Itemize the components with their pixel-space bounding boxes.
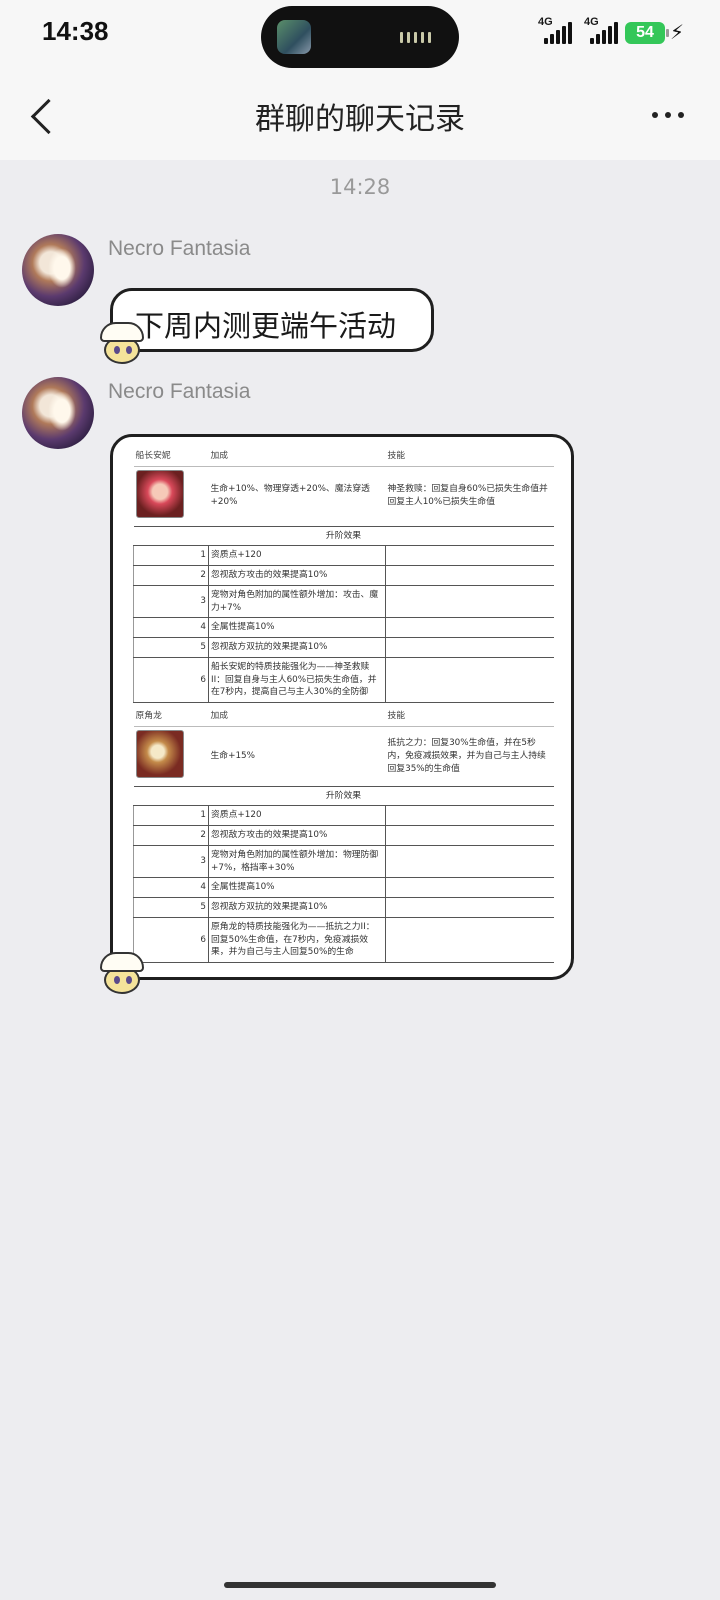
image-message[interactable]: 船长安妮 加成 技能 生命+10%、物理穿透+20%、魔法穿透+20% 神圣救赎… bbox=[110, 434, 574, 980]
table-row: 3 宠物对角色附加的属性额外增加：攻击、魔力+7% bbox=[133, 585, 554, 619]
dynamic-island[interactable] bbox=[261, 6, 459, 68]
sender-name: Necro Fantasia bbox=[108, 380, 251, 403]
signal-group: 4G 4G bbox=[538, 16, 620, 44]
message-bubble[interactable]: 下周内测更端午活动 bbox=[110, 288, 434, 352]
more-options-icon[interactable] bbox=[652, 112, 684, 118]
table-row: 4 全属性提高10% bbox=[133, 617, 554, 638]
pet-portrait bbox=[135, 729, 184, 778]
table-row: 6 船长安妮的特质技能强化为——神圣救赎II：回复自身与主人60%已损失生命值，并… bbox=[133, 657, 554, 704]
table-row: 5 忽视敌方双抗的效果提高10% bbox=[133, 637, 554, 658]
table-row: 1 资质点+120 bbox=[133, 805, 554, 826]
pet-name: 原角龙 bbox=[133, 707, 209, 727]
cellular-signal-icon: 4G bbox=[538, 16, 574, 44]
table-row: 4 全属性提高10% bbox=[133, 877, 554, 898]
skill-value: 抵抗之力：回复30%生命值，并在5秒内，免疫减损效果，并为自己与主人持续回复35… bbox=[385, 726, 554, 787]
pet-table: 原角龙 加成 技能 生命+15% 抵抗之力：回复30%生命值，并在5秒内，免疫减… bbox=[133, 707, 554, 964]
table-row: 2 忽视敌方攻击的效果提高10% bbox=[133, 825, 554, 846]
table-row: 5 忽视敌方双抗的效果提高10% bbox=[133, 897, 554, 918]
table-image: 船长安妮 加成 技能 生命+10%、物理穿透+20%、魔法穿透+20% 神圣救赎… bbox=[133, 447, 554, 964]
sender-name: Necro Fantasia bbox=[108, 237, 251, 260]
pet-name: 船长安妮 bbox=[133, 447, 209, 467]
table-row: 6 原角龙的特质技能强化为——抵抗之力II：回复50%生命值，在7秒内，免疫减损效… bbox=[133, 917, 554, 964]
status-time: 14:38 bbox=[42, 16, 109, 46]
skill-header: 技能 bbox=[385, 447, 554, 467]
app-activity-icon bbox=[277, 20, 311, 54]
bonus-header: 加成 bbox=[208, 707, 386, 727]
status-bar: 14:38 4G 4G 54 ⚡ bbox=[0, 0, 720, 70]
section-title: 升阶效果 bbox=[133, 785, 554, 807]
table-row: 3 宠物对角色附加的属性额外增加：物理防御+7%，格挡率+30% bbox=[133, 845, 554, 879]
table-row: 2 忽视敌方攻击的效果提高10% bbox=[133, 565, 554, 586]
table-row: 1 资质点+120 bbox=[133, 545, 554, 566]
message-timestamp: 14:28 bbox=[329, 175, 391, 199]
network-type-1: 4G bbox=[538, 16, 553, 28]
skill-header: 技能 bbox=[385, 707, 554, 727]
bonus-value: 生命+15% bbox=[208, 726, 386, 787]
message-text: 下周内测更端午活动 bbox=[135, 309, 397, 343]
cellular-signal-icon: 4G bbox=[584, 16, 620, 44]
nav-bar: 群聊的聊天记录 bbox=[0, 70, 720, 160]
charging-bolt-icon: ⚡ bbox=[670, 20, 685, 44]
section-title: 升阶效果 bbox=[133, 525, 554, 547]
skill-value: 神圣救赎：回复自身60%已损失生命值并回复主人10%已损失生命值 bbox=[385, 466, 554, 527]
bubble-decoration-icon bbox=[94, 322, 150, 368]
home-indicator[interactable] bbox=[224, 1582, 496, 1588]
avatar[interactable] bbox=[22, 377, 94, 449]
audio-wave-icon bbox=[400, 32, 431, 43]
network-type-2: 4G bbox=[584, 16, 599, 28]
bubble-decoration-icon bbox=[94, 952, 150, 998]
pet-portrait bbox=[135, 469, 184, 518]
pet-table: 船长安妮 加成 技能 生命+10%、物理穿透+20%、魔法穿透+20% 神圣救赎… bbox=[133, 447, 554, 704]
battery-icon: 54 bbox=[625, 22, 669, 44]
back-chevron-icon[interactable] bbox=[24, 94, 64, 138]
bonus-header: 加成 bbox=[208, 447, 386, 467]
avatar[interactable] bbox=[22, 234, 94, 306]
page-title: 群聊的聊天记录 bbox=[255, 102, 465, 137]
bonus-value: 生命+10%、物理穿透+20%、魔法穿透+20% bbox=[208, 466, 386, 527]
